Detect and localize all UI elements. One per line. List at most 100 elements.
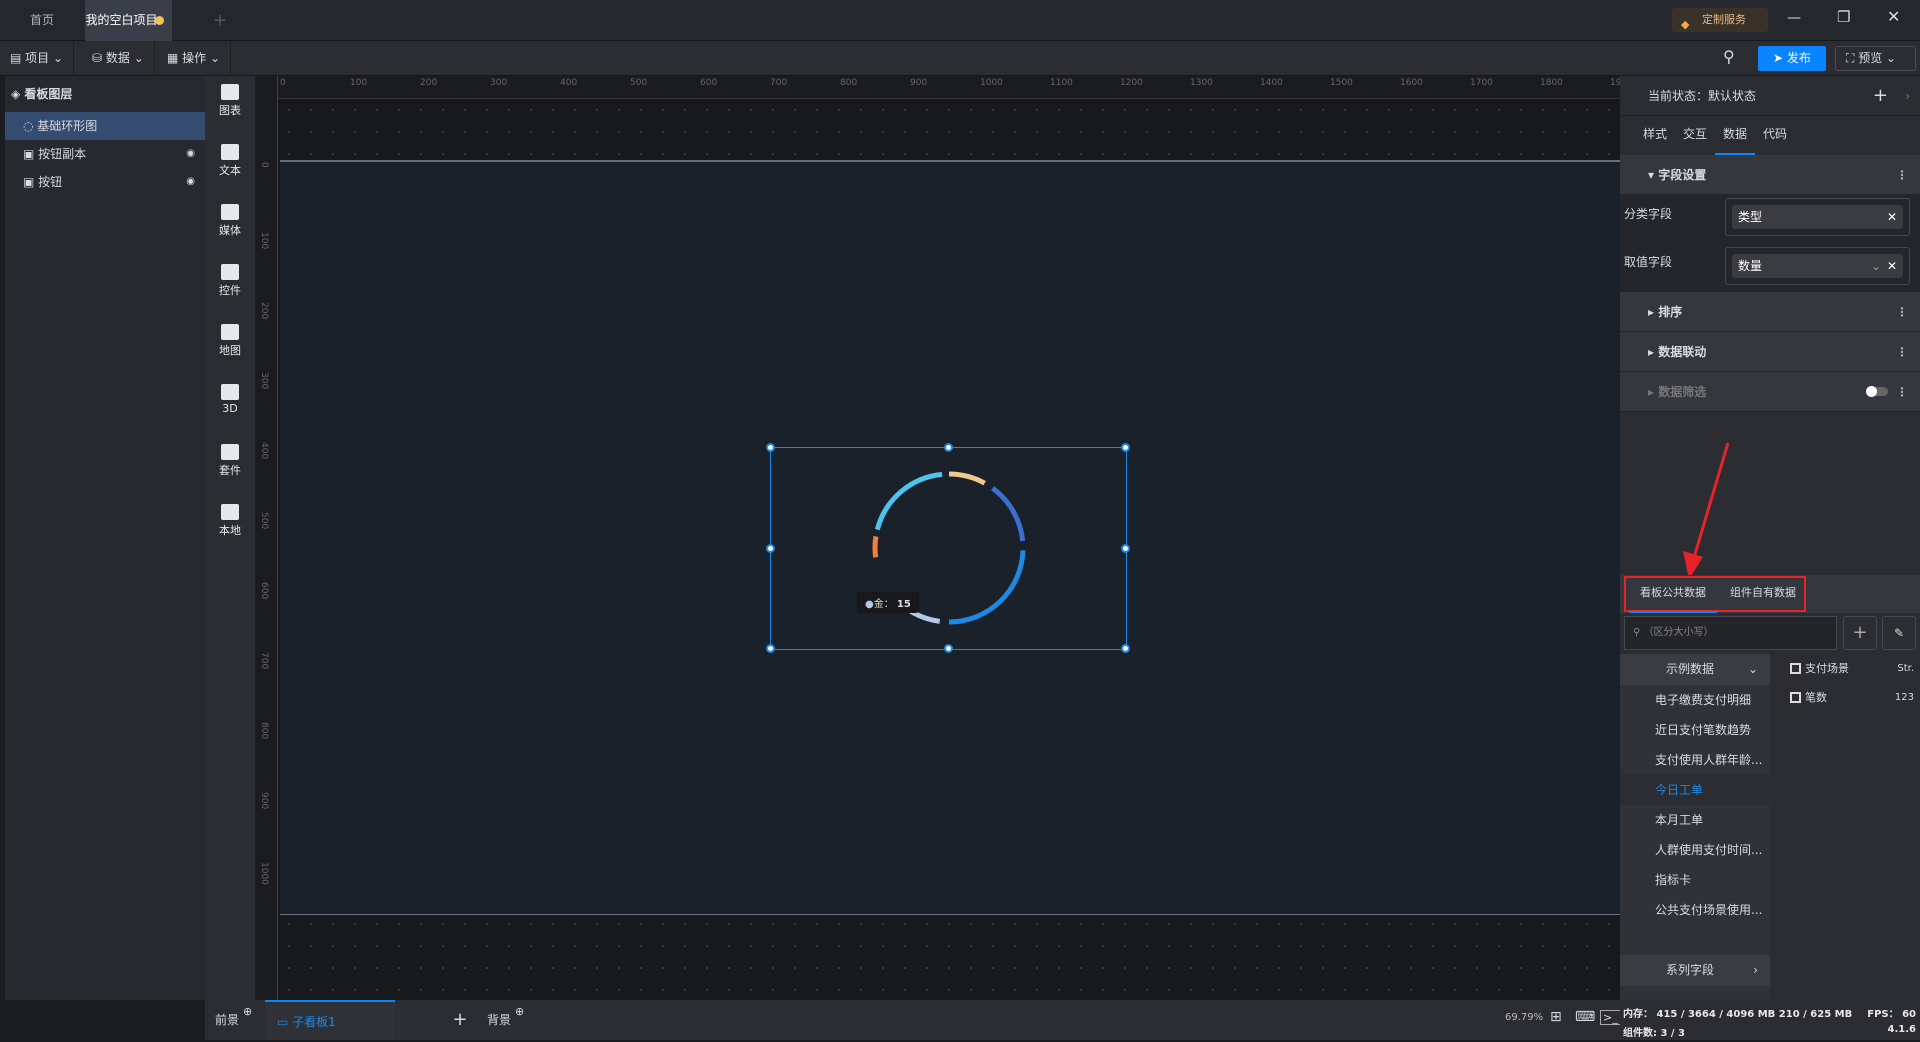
custom-service-button[interactable]: ◆ 定制服务 — [1672, 8, 1768, 32]
tab-home[interactable]: 首页 — [0, 0, 84, 41]
data-menu[interactable]: ⛁ 数据 ⌄ — [82, 41, 155, 76]
toolbar: ▤ 项目 ⌄ ⛁ 数据 ⌄ ▦ 操作 ⌄ ⚲ ➤ 发布 ⛶ 预览 ⌄ — [0, 41, 1920, 76]
dataset-search-input[interactable]: ⚲ （区分大小写） — [1624, 616, 1837, 650]
ruler-tick-label: 1800 — [1540, 78, 1563, 88]
tool-0[interactable]: 图表 — [205, 84, 255, 118]
resize-handle[interactable] — [766, 644, 775, 653]
hidden-eye-icon[interactable]: ◉ — [186, 168, 195, 196]
add-subboard-button[interactable]: + — [445, 1000, 475, 1040]
zoom-level: 69.79% — [1505, 1012, 1544, 1023]
add-state-button[interactable]: + — [1873, 76, 1888, 116]
tool-6[interactable]: 套件 — [205, 444, 255, 478]
background-tab[interactable]: 背景 ⊕ — [475, 1000, 535, 1040]
section-label: 排序 — [1658, 305, 1683, 319]
chevron-right-icon: › — [1753, 963, 1758, 977]
tab-2[interactable]: 数据 — [1715, 116, 1755, 155]
resize-handle[interactable] — [943, 443, 953, 452]
add-dataset-button[interactable]: + — [1843, 616, 1877, 650]
operate-menu[interactable]: ▦ 操作 ⌄ — [157, 41, 232, 76]
linkage-section[interactable]: ▸ 数据联动 ⋮ — [1620, 332, 1920, 372]
dataset-item[interactable]: 公共支付场景使用... — [1620, 895, 1770, 925]
tab-3[interactable]: 代码 — [1755, 116, 1795, 155]
resize-handle[interactable] — [766, 443, 775, 452]
preview-button[interactable]: ⛶ 预览 ⌄ — [1835, 46, 1916, 71]
add-circle-icon[interactable]: ⊕ — [243, 992, 252, 1032]
field-item[interactable]: 支付场景 Str. — [1770, 656, 1920, 682]
value-field-label: 取值字段 — [1624, 255, 1673, 269]
category-field-label: 分类字段 — [1624, 207, 1673, 221]
selection-box[interactable] — [766, 443, 1130, 653]
ruler-tick-label: 1600 — [1400, 78, 1423, 88]
search-icon[interactable]: ⚲ — [1723, 47, 1735, 66]
tab-1[interactable]: 交互 — [1675, 116, 1715, 155]
checkbox[interactable] — [1790, 692, 1801, 703]
field-item[interactable]: 笔数 123 — [1770, 685, 1920, 711]
add-circle-icon[interactable]: ⊕ — [515, 992, 524, 1032]
layer-item[interactable]: ▣ 按钮副本 ◉ — [5, 140, 205, 168]
restore-icon[interactable]: ❐ — [1837, 8, 1850, 26]
tooltip-value: 15 — [896, 599, 911, 610]
close-icon[interactable]: ✕ — [1887, 7, 1900, 26]
more-icon[interactable]: ⋮ — [1896, 332, 1908, 372]
tool-label: 文本 — [219, 164, 241, 177]
tool-5[interactable]: 3D — [205, 384, 255, 415]
subboard-tab[interactable]: ▭ 子看板1 — [265, 1000, 395, 1040]
minimize-icon[interactable]: — — [1787, 10, 1801, 26]
edit-dataset-button[interactable]: ✎ — [1882, 616, 1916, 650]
tab-public-data[interactable]: 看板公共数据 — [1629, 575, 1717, 613]
tool-4[interactable]: 地图 — [205, 324, 255, 358]
more-icon[interactable]: ⋮ — [1896, 292, 1908, 332]
fit-screen-icon[interactable]: ⊞ — [1550, 1009, 1562, 1025]
chevron-right-icon[interactable]: › — [1905, 76, 1910, 116]
foreground-tab[interactable]: 前景 ⊕ — [205, 1000, 265, 1040]
field-settings-section[interactable]: ▾ 字段设置 ⋮ — [1620, 155, 1920, 195]
dataset-item[interactable]: 本月工单 — [1620, 805, 1770, 835]
value-field[interactable]: 数量 ⌄ ✕ — [1725, 247, 1910, 285]
value-field-value: 数量 — [1738, 259, 1763, 273]
dataset-item[interactable]: 指标卡 — [1620, 865, 1770, 895]
resize-handle[interactable] — [1121, 644, 1130, 653]
tab-project[interactable]: 我的空白项目 — [85, 0, 172, 41]
filter-toggle[interactable] — [1866, 386, 1888, 397]
layer-item[interactable]: ▣ 按钮 ◉ — [5, 168, 205, 196]
hidden-eye-icon[interactable]: ◉ — [186, 140, 195, 168]
sort-section[interactable]: ▸ 排序 ⋮ — [1620, 292, 1920, 332]
ruler-tick-label: 700 — [259, 652, 269, 670]
tool-1[interactable]: 文本 — [205, 144, 255, 178]
group-example-data[interactable]: 示例数据 ⌄ — [1620, 654, 1770, 685]
terminal-icon[interactable]: >_ — [1600, 1010, 1621, 1025]
status-bar: 内存： 415 / 3664 / 4096 MB 210 / 625 MB FP… — [1620, 1000, 1920, 1040]
tool-7[interactable]: 本地 — [205, 504, 255, 538]
ruler-tick-label: 0 — [280, 78, 286, 88]
more-icon[interactable]: ⋮ — [1896, 372, 1908, 412]
publish-button[interactable]: ➤ 发布 — [1758, 46, 1826, 71]
more-icon[interactable]: ⋮ — [1896, 155, 1908, 195]
series-fields-row[interactable]: 系列字段 › — [1620, 955, 1770, 986]
category-field[interactable]: 类型 ✕ — [1725, 198, 1910, 236]
tool-3[interactable]: 控件 — [205, 264, 255, 298]
dataset-item[interactable]: 今日工单 — [1620, 775, 1770, 805]
chevron-down-icon[interactable]: ⌄ — [1871, 254, 1881, 278]
tab-0[interactable]: 样式 — [1635, 116, 1675, 155]
ruler-tick-label: 1400 — [1260, 78, 1283, 88]
tool-2[interactable]: 媒体 — [205, 204, 255, 238]
dataset-item[interactable]: 人群使用支付时间... — [1620, 835, 1770, 865]
resize-handle[interactable] — [1121, 443, 1130, 452]
filter-section[interactable]: ▸ 数据筛选 ⋮ — [1620, 372, 1920, 412]
resize-handle[interactable] — [766, 543, 775, 553]
red-arrow-annotation — [1683, 442, 1730, 579]
clear-icon[interactable]: ✕ — [1887, 254, 1897, 278]
resize-handle[interactable] — [1121, 543, 1130, 553]
dataset-item[interactable]: 电子缴费支付明细 — [1620, 685, 1770, 715]
dataset-item[interactable]: 支付使用人群年龄... — [1620, 745, 1770, 775]
project-menu[interactable]: ▤ 项目 ⌄ — [0, 41, 75, 76]
resize-handle[interactable] — [943, 644, 953, 653]
add-tab-button[interactable]: + — [205, 0, 235, 41]
dataset-item[interactable]: 近日支付笔数趋势 — [1620, 715, 1770, 745]
field-list: 支付场景 Str. 笔数 123 — [1770, 654, 1920, 1000]
keyboard-icon[interactable]: ⌨ — [1575, 1009, 1595, 1025]
checkbox[interactable] — [1790, 663, 1801, 674]
layer-item[interactable]: ◌ 基础环形图 — [5, 112, 205, 140]
clear-icon[interactable]: ✕ — [1887, 205, 1897, 229]
tab-component-data[interactable]: 组件自有数据 — [1719, 575, 1807, 613]
